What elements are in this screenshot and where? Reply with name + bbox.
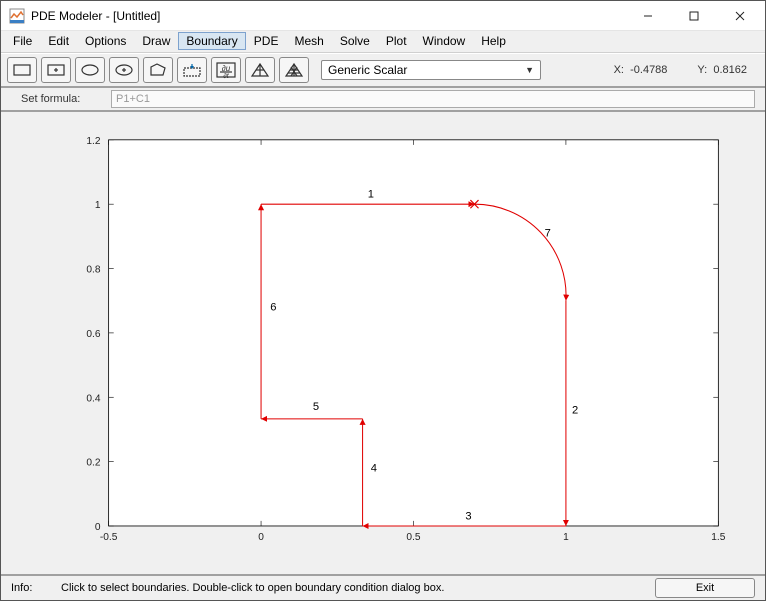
svg-text:∂t: ∂t <box>223 73 229 79</box>
formula-label: Set formula: <box>21 93 101 105</box>
menu-solve[interactable]: Solve <box>332 32 378 50</box>
boundary-label-4: 4 <box>371 463 377 475</box>
menu-file[interactable]: File <box>5 32 40 50</box>
svg-text:1: 1 <box>95 200 101 211</box>
menu-help[interactable]: Help <box>473 32 514 50</box>
svg-text:0.4: 0.4 <box>86 394 100 405</box>
menubar: FileEditOptionsDrawBoundaryPDEMeshSolveP… <box>1 31 765 53</box>
status-bar: Info: Click to select boundaries. Double… <box>1 574 765 600</box>
coordinate-readout: X: -0.4788 Y: 0.8162 <box>614 64 759 76</box>
tool-rectangle-center[interactable] <box>41 57 71 83</box>
boundary-label-2: 2 <box>572 405 578 417</box>
plot-canvas[interactable]: -0.500.511.500.20.40.60.811.21723456 <box>7 118 759 568</box>
svg-text:1.2: 1.2 <box>86 136 100 147</box>
info-label: Info: <box>11 582 51 594</box>
tool-mesh[interactable] <box>245 57 275 83</box>
menu-mesh[interactable]: Mesh <box>286 32 331 50</box>
plot-area[interactable]: -0.500.511.500.20.40.60.811.21723456 <box>1 112 765 574</box>
boundary-label-1: 1 <box>368 189 374 201</box>
titlebar: PDE Modeler - [Untitled] <box>1 1 765 31</box>
svg-text:0.2: 0.2 <box>86 458 100 469</box>
boundary-label-3: 3 <box>465 511 471 523</box>
svg-text:-0.5: -0.5 <box>100 532 118 543</box>
boundary-label-7: 7 <box>545 228 551 240</box>
svg-text:0.6: 0.6 <box>86 329 100 340</box>
menu-edit[interactable]: Edit <box>40 32 77 50</box>
tool-refine-mesh[interactable] <box>279 57 309 83</box>
exit-button[interactable]: Exit <box>655 578 755 598</box>
boundary-label-6: 6 <box>270 302 276 314</box>
svg-text:0.8: 0.8 <box>86 265 100 276</box>
window-title: PDE Modeler - [Untitled] <box>31 9 625 23</box>
app-icon <box>9 8 25 24</box>
tool-pde[interactable]: ∂u∂t <box>211 57 241 83</box>
application-dropdown[interactable]: Generic Scalar ▼ <box>321 60 541 80</box>
toolbar: ∂u∂t Generic Scalar ▼ X: -0.4788 Y: 0.81… <box>1 53 765 89</box>
tool-ellipse-center[interactable] <box>109 57 139 83</box>
menu-pde[interactable]: PDE <box>246 32 287 50</box>
svg-text:1.5: 1.5 <box>711 532 725 543</box>
close-button[interactable] <box>717 1 763 31</box>
menu-draw[interactable]: Draw <box>134 32 178 50</box>
dropdown-label: Generic Scalar <box>328 63 407 77</box>
formula-input[interactable]: P1+C1 <box>111 90 755 108</box>
svg-text:1: 1 <box>563 532 569 543</box>
menu-boundary[interactable]: Boundary <box>178 32 245 50</box>
tool-ellipse[interactable] <box>75 57 105 83</box>
maximize-button[interactable] <box>671 1 717 31</box>
chevron-down-icon: ▼ <box>525 65 534 75</box>
tool-boundary[interactable] <box>177 57 207 83</box>
svg-text:0: 0 <box>95 522 101 533</box>
menu-window[interactable]: Window <box>415 32 474 50</box>
boundary-label-5: 5 <box>313 401 319 413</box>
formula-bar: Set formula: P1+C1 <box>1 88 765 112</box>
svg-text:0.5: 0.5 <box>406 532 420 543</box>
tool-polygon[interactable] <box>143 57 173 83</box>
minimize-button[interactable] <box>625 1 671 31</box>
tool-rectangle[interactable] <box>7 57 37 83</box>
svg-text:0: 0 <box>258 532 264 543</box>
menu-options[interactable]: Options <box>77 32 134 50</box>
menu-plot[interactable]: Plot <box>378 32 415 50</box>
info-text: Click to select boundaries. Double-click… <box>61 582 645 594</box>
